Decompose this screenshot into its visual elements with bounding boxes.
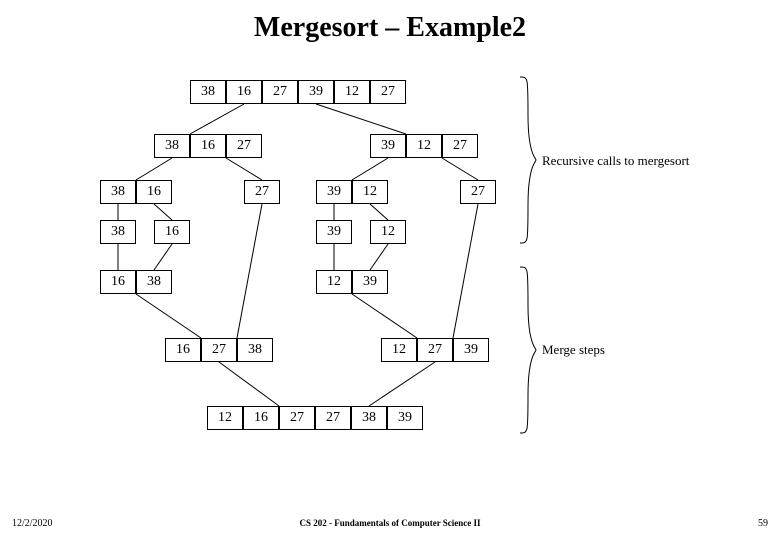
array-cell: 27 xyxy=(460,180,496,204)
footer-pageno: 59 xyxy=(758,518,768,529)
array-cell: 27 xyxy=(315,406,351,430)
label-merge: Merge steps xyxy=(542,342,605,358)
array-cell: 16 xyxy=(226,80,262,104)
array-cell: 39 xyxy=(453,338,489,362)
array-cell: 27 xyxy=(262,80,298,104)
array-cell: 27 xyxy=(201,338,237,362)
array-cell: 27 xyxy=(279,406,315,430)
array-cell: 12 xyxy=(316,270,352,294)
array-cell: 16 xyxy=(136,180,172,204)
label-recursive: Recursive calls to mergesort xyxy=(542,153,689,169)
array-cell: 39 xyxy=(298,80,334,104)
array-cell: 16 xyxy=(100,270,136,294)
array-cell: 12 xyxy=(370,220,406,244)
array-cell: 38 xyxy=(237,338,273,362)
array-cell: 39 xyxy=(387,406,423,430)
array-cell: 38 xyxy=(100,220,136,244)
footer-course: CS 202 - Fundamentals of Computer Scienc… xyxy=(0,518,780,528)
brace-recursive xyxy=(518,75,538,245)
array-cell: 16 xyxy=(165,338,201,362)
array-cell: 27 xyxy=(370,80,406,104)
array-cell: 27 xyxy=(417,338,453,362)
array-cell: 27 xyxy=(244,180,280,204)
array-cell: 12 xyxy=(406,134,442,158)
mergesort-diagram: Recursive calls to mergesort Merge steps… xyxy=(60,70,700,490)
array-cell: 16 xyxy=(243,406,279,430)
array-cell: 27 xyxy=(226,134,262,158)
array-cell: 39 xyxy=(316,220,352,244)
array-cell: 38 xyxy=(100,180,136,204)
array-cell: 38 xyxy=(154,134,190,158)
array-cell: 12 xyxy=(381,338,417,362)
array-cell: 16 xyxy=(190,134,226,158)
array-cell: 38 xyxy=(136,270,172,294)
array-cell: 12 xyxy=(207,406,243,430)
array-cell: 39 xyxy=(352,270,388,294)
footer: 12/2/2020 CS 202 - Fundamentals of Compu… xyxy=(0,518,780,532)
array-cell: 12 xyxy=(352,180,388,204)
array-cell: 38 xyxy=(351,406,387,430)
array-cell: 39 xyxy=(370,134,406,158)
array-cell: 38 xyxy=(190,80,226,104)
array-cell: 39 xyxy=(316,180,352,204)
brace-merge xyxy=(518,265,538,435)
slide-title: Mergesort – Example2 xyxy=(0,12,780,44)
array-cell: 16 xyxy=(154,220,190,244)
array-cell: 12 xyxy=(334,80,370,104)
array-cell: 27 xyxy=(442,134,478,158)
